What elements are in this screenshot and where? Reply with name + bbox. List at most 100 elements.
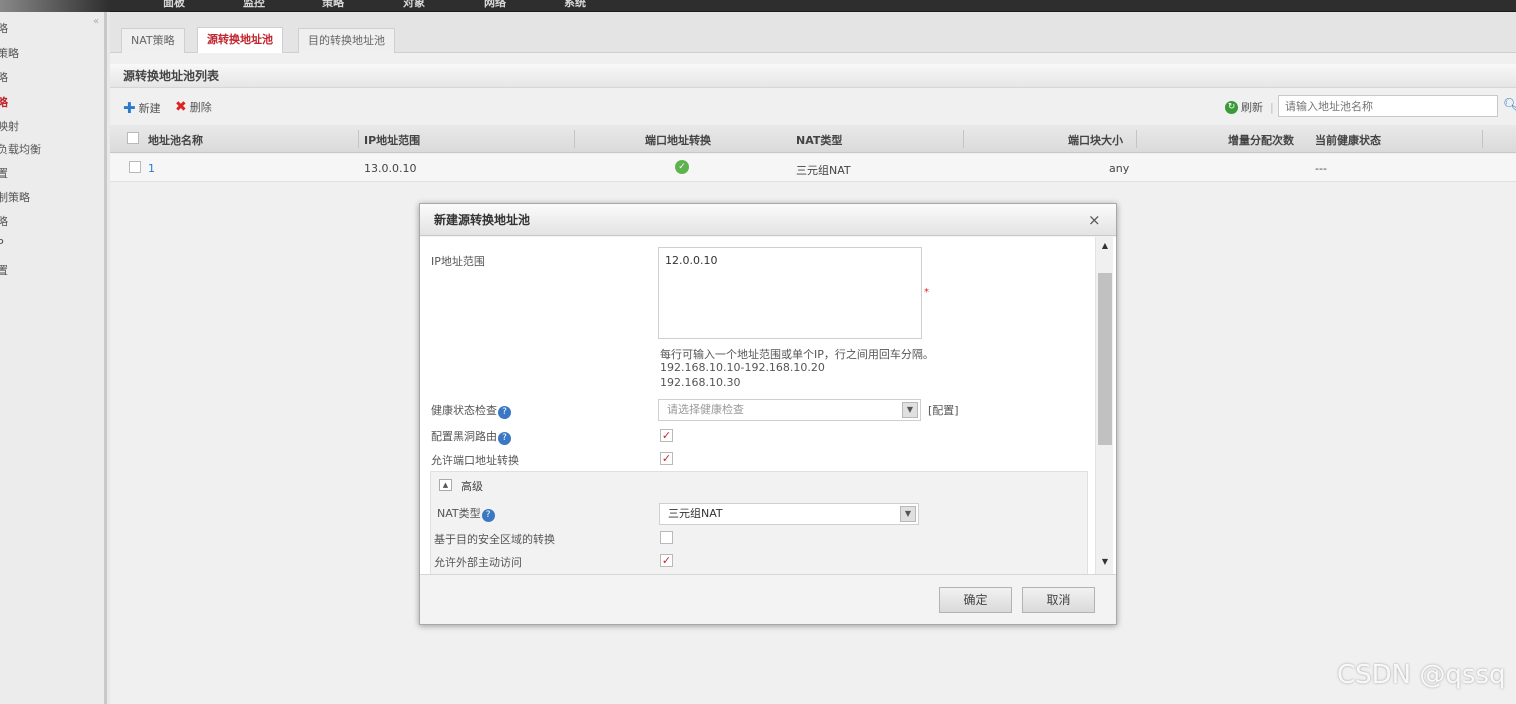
health-check-label-text: 健康状态检查	[431, 404, 497, 417]
sidebar-item[interactable]: 制策略	[0, 189, 30, 205]
nav-item-object[interactable]: 对象	[403, 0, 425, 10]
help-icon[interactable]: ?	[481, 509, 495, 522]
column-header-port-block[interactable]: 端口块大小	[1068, 132, 1123, 148]
sidebar-item[interactable]: 略	[0, 213, 8, 229]
sidebar-item[interactable]: 负载均衡	[0, 141, 41, 157]
pool-search-input[interactable]	[1278, 95, 1498, 117]
column-header-port-nat[interactable]: 端口地址转换	[645, 132, 711, 148]
sidebar-item[interactable]: 略	[0, 69, 8, 85]
health-check-label: 健康状态检查?	[431, 402, 511, 419]
tab-source-nat-pool[interactable]: 源转换地址池	[197, 27, 283, 53]
blackhole-route-checkbox[interactable]: ✓	[660, 429, 673, 442]
column-header-name[interactable]: 地址池名称	[148, 132, 203, 148]
scrollbar-thumb[interactable]	[1098, 273, 1112, 445]
new-source-nat-pool-dialog: 新建源转换地址池 × IP地址范围 12.0.0.10 * 每行可输入一个地址范…	[419, 203, 1117, 625]
select-all-checkbox[interactable]	[127, 132, 139, 144]
scroll-up-icon[interactable]: ▲	[1096, 241, 1114, 250]
refresh-button-label: 刷新	[1241, 101, 1263, 114]
dialog-footer: 确定 取消	[420, 574, 1116, 624]
health-check-select[interactable]: 请选择健康检查 ▼	[658, 399, 921, 421]
column-header-nat-type[interactable]: NAT类型	[796, 132, 842, 148]
sidebar-item-source-nat[interactable]: 略	[0, 94, 8, 110]
search-icon[interactable]: 🔍︎	[1503, 98, 1516, 113]
row-nat-type: 三元组NAT	[796, 164, 851, 177]
top-nav-logo-area	[0, 0, 110, 12]
ip-range-example-1: 192.168.10.10-192.168.10.20	[660, 361, 825, 374]
cancel-button[interactable]: 取消	[1022, 587, 1095, 613]
row-checkbox[interactable]	[129, 161, 141, 173]
column-separator[interactable]	[1482, 130, 1483, 148]
delete-icon: ✖	[175, 99, 187, 115]
dialog-body: IP地址范围 12.0.0.10 * 每行可输入一个地址范围或单个IP，行之间用…	[420, 237, 1116, 574]
allow-pat-checkbox[interactable]: ✓	[660, 452, 673, 465]
required-marker: *	[924, 287, 929, 298]
chevron-down-icon[interactable]: ▼	[902, 402, 918, 418]
ok-button[interactable]: 确定	[939, 587, 1012, 613]
table-row[interactable]: 1 13.0.0.10 ✓ 三元组NAT any ---	[110, 154, 1516, 182]
advanced-label[interactable]: 高级	[461, 478, 483, 494]
nat-type-value: 三元组NAT	[668, 507, 723, 520]
check-circle-icon: ✓	[675, 160, 689, 174]
help-icon[interactable]: ?	[498, 406, 511, 419]
top-nav-bar: 面板 监控 策略 对象 网络 系统	[0, 0, 1516, 12]
sidebar-item[interactable]: 映射	[0, 118, 19, 134]
nat-type-label: NAT类型?	[437, 505, 495, 522]
advanced-section: ▲ 高级 NAT类型? 三元组NAT ▼ 基于目的安全区域的转换 允许外部主动访…	[430, 471, 1088, 574]
delete-button-label: 删除	[189, 101, 212, 114]
new-button[interactable]: ✚ 新建	[123, 99, 161, 117]
nav-item-system[interactable]: 系统	[564, 0, 586, 10]
new-button-label: 新建	[138, 102, 161, 115]
chevron-down-icon[interactable]: ▼	[900, 506, 916, 522]
row-health: ---	[1315, 162, 1327, 175]
toolbar-separator: |	[1270, 100, 1274, 114]
column-header-health[interactable]: 当前健康状态	[1315, 132, 1381, 148]
ip-range-example-2: 192.168.10.30	[660, 376, 741, 389]
column-header-incr-count[interactable]: 增量分配次数	[1228, 132, 1294, 148]
column-separator[interactable]	[358, 130, 359, 148]
sidebar-collapse-icon[interactable]: «	[93, 16, 99, 27]
zone-conversion-label: 基于目的安全区域的转换	[434, 533, 555, 546]
column-header-ip-range[interactable]: IP地址范围	[364, 132, 420, 148]
table-header: 地址池名称 IP地址范围 端口地址转换 NAT类型 端口块大小 增量分配次数 当…	[110, 125, 1516, 153]
nat-type-select[interactable]: 三元组NAT ▼	[659, 503, 919, 525]
close-icon[interactable]: ×	[1088, 204, 1101, 236]
column-separator[interactable]	[963, 130, 964, 148]
health-check-placeholder: 请选择健康检查	[667, 403, 744, 416]
row-name-link[interactable]: 1	[148, 162, 155, 175]
blackhole-route-label: 配置黑洞路由?	[431, 428, 511, 445]
delete-button[interactable]: ✖ 删除	[175, 99, 212, 115]
nav-item-policy[interactable]: 策略	[322, 0, 344, 10]
ip-range-hint: 每行可输入一个地址范围或单个IP，行之间用回车分隔。	[660, 348, 934, 361]
ip-range-textarea[interactable]: 12.0.0.10	[658, 247, 922, 339]
tab-bar: NAT策略 源转换地址池 目的转换地址池	[110, 12, 1516, 53]
zone-conversion-checkbox[interactable]	[660, 531, 673, 544]
refresh-icon: ↻	[1225, 100, 1238, 114]
section-title: 源转换地址池列表	[110, 64, 1516, 88]
sidebar-item[interactable]: 策略	[0, 45, 19, 61]
row-ip-range: 13.0.0.10	[364, 162, 417, 175]
dialog-scrollbar[interactable]: ▲ ▼	[1095, 237, 1113, 574]
sidebar: « 略 策略 略 略 映射 负载均衡 置 制策略 略 P 置	[0, 12, 107, 704]
health-check-config-link[interactable]: [配置]	[928, 402, 959, 418]
collapse-toggle-icon[interactable]: ▲	[439, 479, 452, 491]
scroll-down-icon[interactable]: ▼	[1096, 557, 1114, 566]
sidebar-item[interactable]: P	[0, 237, 4, 250]
nav-item-panel[interactable]: 面板	[163, 0, 185, 10]
nav-item-monitor[interactable]: 监控	[243, 0, 265, 10]
sidebar-item[interactable]: 置	[0, 262, 8, 278]
row-port-block: any	[1109, 162, 1130, 175]
nat-type-label-text: NAT类型	[437, 507, 481, 520]
nav-item-network[interactable]: 网络	[484, 0, 506, 10]
tab-destination-nat-pool[interactable]: 目的转换地址池	[298, 28, 395, 53]
column-separator[interactable]	[574, 130, 575, 148]
blackhole-route-label-text: 配置黑洞路由	[431, 430, 497, 443]
tab-nat-policy[interactable]: NAT策略	[121, 28, 185, 53]
refresh-button[interactable]: ↻ 刷新 |	[1225, 99, 1274, 115]
sidebar-item[interactable]: 略	[0, 20, 8, 36]
watermark: CSDN @qssq	[1337, 660, 1506, 690]
help-icon[interactable]: ?	[498, 432, 511, 445]
sidebar-item[interactable]: 置	[0, 165, 8, 181]
allow-external-checkbox[interactable]: ✓	[660, 554, 673, 567]
allow-external-label: 允许外部主动访问	[434, 556, 522, 569]
column-separator[interactable]	[1136, 130, 1137, 148]
